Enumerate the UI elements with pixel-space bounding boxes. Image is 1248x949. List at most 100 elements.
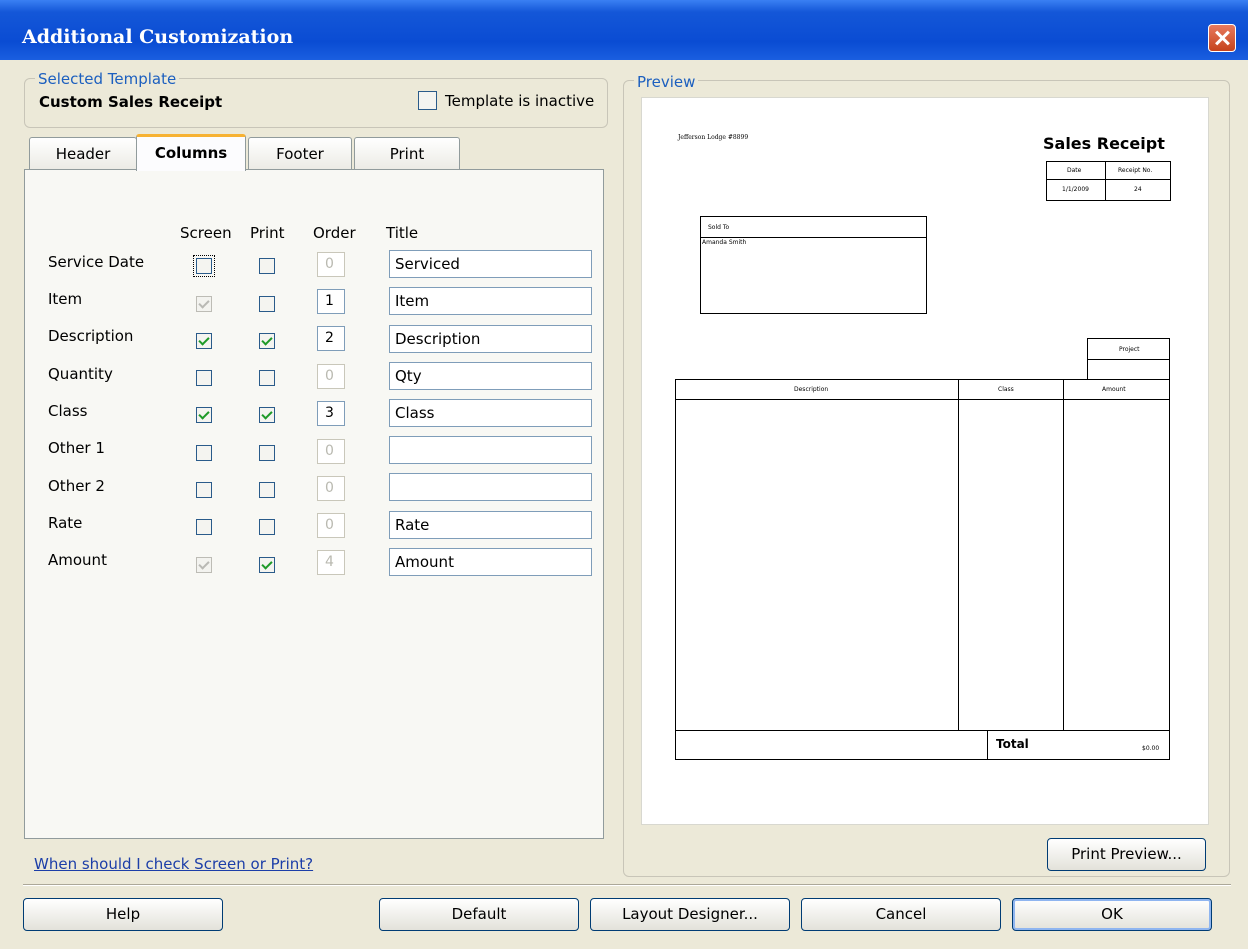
layout-designer-button[interactable]: Layout Designer... — [590, 898, 790, 931]
order-field-quantity[interactable]: 0 — [317, 364, 345, 389]
preview-sold-to-box — [700, 216, 927, 314]
print-checkbox-quantity[interactable] — [259, 370, 275, 386]
preview-date-box-separator — [1105, 161, 1106, 201]
cancel-button-label: Cancel — [875, 905, 927, 923]
print-checkbox-other-2[interactable] — [259, 482, 275, 498]
order-field-amount[interactable]: 4 — [317, 550, 345, 575]
order-field-other-2[interactable]: 0 — [317, 476, 345, 501]
print-checkbox-description[interactable] — [259, 333, 275, 349]
preview-project-divider — [1087, 359, 1170, 360]
ok-button[interactable]: OK — [1012, 898, 1212, 931]
cancel-button[interactable]: Cancel — [801, 898, 1001, 931]
tab-print-label: Print — [389, 145, 425, 163]
preview-items-class-separator — [958, 379, 959, 730]
order-field-other-1[interactable]: 0 — [317, 439, 345, 464]
template-inactive-checkbox[interactable] — [418, 91, 437, 110]
order-field-item[interactable]: 1 — [317, 289, 345, 314]
preview-date-value: 1/1/2009 — [1062, 186, 1089, 193]
tab-header[interactable]: Header — [29, 137, 137, 169]
preview-col-class: Class — [998, 386, 1014, 393]
preview-col-description: Description — [794, 386, 829, 393]
print-checkbox-rate[interactable] — [259, 519, 275, 535]
title-bar: Additional Customization — [0, 0, 1248, 60]
preview-project-label: Project — [1119, 346, 1140, 353]
print-checkbox-other-1[interactable] — [259, 445, 275, 461]
title-field-amount[interactable]: Amount — [389, 548, 592, 576]
title-field-item[interactable]: Item — [389, 287, 592, 315]
order-field-service-date[interactable]: 0 — [317, 252, 345, 277]
print-preview-button-label: Print Preview... — [1071, 845, 1182, 863]
preview-sold-to-value: Amanda Smith — [702, 239, 747, 246]
default-button[interactable]: Default — [379, 898, 579, 931]
default-button-label: Default — [451, 905, 507, 923]
row-label-class: Class — [48, 402, 88, 420]
print-checkbox-item[interactable] — [259, 296, 275, 312]
print-checkbox-class[interactable] — [259, 407, 275, 423]
screen-checkbox-amount[interactable] — [196, 557, 212, 573]
row-label-other-1: Other 1 — [48, 439, 105, 457]
preview-total-label: Total — [996, 737, 1029, 751]
row-label-other-2: Other 2 — [48, 477, 105, 495]
preview-total-separator — [987, 730, 988, 760]
preview-company-name: Jefferson Lodge #8899 — [678, 134, 749, 141]
tab-footer-label: Footer — [276, 145, 324, 163]
preview-sold-to-label: Sold To — [708, 224, 730, 231]
title-field-class[interactable]: Class — [389, 399, 592, 427]
title-field-other-2[interactable] — [389, 473, 592, 501]
preview-date-box-divider — [1046, 179, 1171, 180]
layout-designer-button-label: Layout Designer... — [622, 905, 758, 923]
row-label-description: Description — [48, 327, 134, 345]
tab-columns[interactable]: Columns — [136, 134, 246, 171]
preview-receipt-no-value: 24 — [1134, 186, 1142, 193]
row-label-rate: Rate — [48, 514, 83, 532]
title-field-quantity[interactable]: Qty — [389, 362, 592, 390]
tab-print[interactable]: Print — [354, 137, 460, 169]
screen-checkbox-item[interactable] — [196, 296, 212, 312]
screen-checkbox-quantity[interactable] — [196, 370, 212, 386]
preview-sold-to-divider — [700, 237, 927, 238]
order-field-rate[interactable]: 0 — [317, 513, 345, 538]
preview-doc-title: Sales Receipt — [1043, 134, 1165, 153]
screen-checkbox-rate[interactable] — [196, 519, 212, 535]
screen-checkbox-service-date[interactable] — [193, 255, 215, 277]
preview-date-label: Date — [1067, 167, 1082, 174]
preview-items-amount-separator — [1063, 379, 1064, 730]
row-label-amount: Amount — [48, 551, 107, 569]
tab-header-label: Header — [55, 145, 111, 163]
screen-checkbox-description[interactable] — [196, 333, 212, 349]
preview-col-amount: Amount — [1102, 386, 1126, 393]
preview-items-total-divider — [675, 730, 1170, 731]
header-screen: Screen — [180, 224, 232, 242]
title-field-service-date[interactable]: Serviced — [389, 250, 592, 278]
print-checkbox-service-date[interactable] — [259, 258, 275, 274]
screen-checkbox-other-1[interactable] — [196, 445, 212, 461]
title-field-other-1[interactable] — [389, 436, 592, 464]
template-inactive-label: Template is inactive — [445, 92, 595, 110]
screen-checkbox-class[interactable] — [196, 407, 212, 423]
order-field-class[interactable]: 3 — [317, 401, 345, 426]
preview-receipt-no-label: Receipt No. — [1118, 167, 1153, 174]
preview-items-header-divider — [675, 399, 1170, 400]
help-button[interactable]: Help — [23, 898, 223, 931]
tab-footer[interactable]: Footer — [248, 137, 352, 169]
preview-items-table — [675, 379, 1170, 760]
screen-or-print-help-link[interactable]: When should I check Screen or Print? — [34, 855, 313, 873]
order-field-description[interactable]: 2 — [317, 326, 345, 351]
header-title: Title — [386, 224, 419, 242]
template-name: Custom Sales Receipt — [39, 93, 223, 111]
help-button-label: Help — [105, 905, 141, 923]
row-label-item: Item — [48, 290, 83, 308]
title-field-description[interactable]: Description — [389, 325, 592, 353]
print-preview-button[interactable]: Print Preview... — [1047, 838, 1206, 871]
close-icon[interactable] — [1208, 24, 1236, 52]
row-label-service-date: Service Date — [48, 253, 145, 271]
tab-columns-label: Columns — [154, 144, 228, 162]
print-checkbox-amount[interactable] — [259, 557, 275, 573]
selected-template-label: Selected Template — [35, 70, 180, 88]
title-field-rate[interactable]: Rate — [389, 511, 592, 539]
dialog-separator — [23, 884, 1231, 886]
row-label-quantity: Quantity — [48, 365, 113, 383]
preview-page: Jefferson Lodge #8899 Sales Receipt Date… — [641, 97, 1209, 825]
screen-checkbox-other-2[interactable] — [196, 482, 212, 498]
header-order: Order — [313, 224, 356, 242]
